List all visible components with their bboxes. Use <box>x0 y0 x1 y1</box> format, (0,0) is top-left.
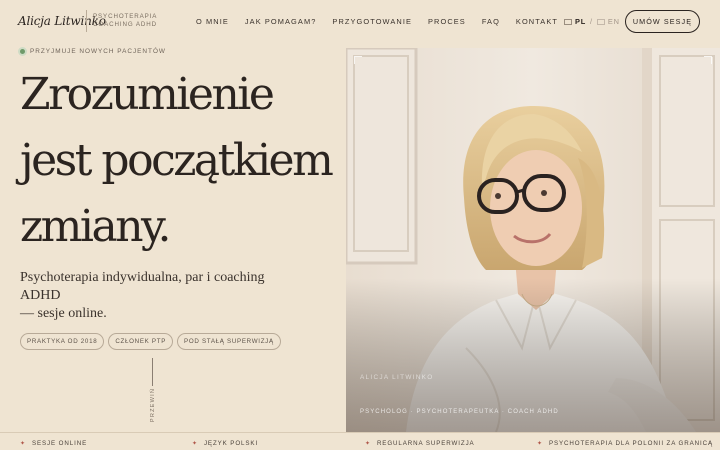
headline-line-2: jest początkiem <box>20 135 334 186</box>
nav-item-jak-pomagam[interactable]: JAK POMAGAM? <box>245 17 317 26</box>
subtitle-line-1: Psychoterapia indywidualna, par i coachi… <box>20 270 265 303</box>
headline-line-1: Zrozumienie <box>20 69 275 120</box>
credential-badges: PRAKTYKA OD 2018 CZŁONEK PTP POD STAŁĄ S… <box>20 333 281 350</box>
star-icon: ✦ <box>192 441 198 447</box>
logo[interactable]: Alicja Litwinko PSYCHOTERAPIA COACHING A… <box>18 10 157 32</box>
scroll-label: PRZEWIŃ <box>150 387 157 423</box>
status-badge: PRZYJMUJE NOWYCH PACJENTÓW <box>20 48 166 55</box>
star-icon: ✦ <box>20 441 26 447</box>
language-switcher: PL / EN <box>564 17 620 26</box>
lang-pl-link[interactable]: PL <box>575 17 586 26</box>
scroll-line <box>152 358 153 386</box>
feature-supervision: ✦ REGULARNA SUPERWIZJA <box>365 440 475 447</box>
main-nav: O MNIE JAK POMAGAM? PRZYGOTOWANIE PROCES… <box>196 17 574 26</box>
headline-line-3: zmiany. <box>20 201 172 252</box>
portrait-photo: ALICJA LITWINKO PSYCHOLOG · PSYCHOTERAPE… <box>346 48 720 432</box>
photo-corner-top-right <box>704 56 712 64</box>
star-icon: ✦ <box>365 441 371 447</box>
badge-practice: PRAKTYKA OD 2018 <box>20 333 105 350</box>
status-dot-icon <box>20 49 25 54</box>
logo-subtitle: PSYCHOTERAPIA COACHING ADHD <box>93 13 157 29</box>
flag-pl-icon <box>564 18 572 25</box>
photo-corner-top-left <box>354 56 362 64</box>
photo-caption-role: PSYCHOLOG · PSYCHOTERAPEUTKA · COACH ADH… <box>360 409 559 415</box>
flag-en-icon <box>596 18 605 25</box>
status-text: PRZYJMUJE NOWYCH PACJENTÓW <box>30 48 166 55</box>
features-bar: ✦ SESJE ONLINE ✦ JĘZYK POLSKI ✦ REGULARN… <box>0 432 720 450</box>
subtitle-line-2: — sesje online. <box>20 306 107 321</box>
feature-online: ✦ SESJE ONLINE <box>20 440 87 447</box>
feature-label: JĘZYK POLSKI <box>203 440 259 447</box>
logo-subtitle-line1: PSYCHOTERAPIA <box>93 13 158 20</box>
feature-label: PSYCHOTERAPIA DLA POLONII ZA GRANICĄ <box>548 440 714 447</box>
logo-subtitle-line2: COACHING ADHD <box>93 21 157 28</box>
nav-item-przygotowanie[interactable]: PRZYGOTOWANIE <box>332 17 412 26</box>
page-title: Zrozumienie jest początkiem zmiany. <box>20 62 340 260</box>
feature-polonia: ✦ PSYCHOTERAPIA DLA POLONII ZA GRANICĄ <box>537 440 713 447</box>
lang-en-link[interactable]: EN <box>608 17 620 26</box>
badge-member: CZŁONEK PTP <box>108 333 174 350</box>
logo-divider <box>86 10 87 32</box>
hero-subtitle: Psychoterapia indywidualna, par i coachi… <box>20 269 290 323</box>
feature-label: SESJE ONLINE <box>31 440 88 447</box>
lang-separator: / <box>590 17 593 26</box>
book-session-button[interactable]: UMÓW SESJĘ <box>625 10 700 33</box>
feature-language: ✦ JĘZYK POLSKI <box>192 440 258 447</box>
nav-item-o-mnie[interactable]: O MNIE <box>196 17 229 26</box>
logo-signature: Alicja Litwinko <box>18 14 106 28</box>
scroll-indicator[interactable]: PRZEWIŃ <box>146 358 158 424</box>
star-icon: ✦ <box>537 441 543 447</box>
badge-supervision: POD STAŁĄ SUPERWIZJĄ <box>177 333 281 350</box>
site-header: Alicja Litwinko PSYCHOTERAPIA COACHING A… <box>0 0 720 46</box>
nav-item-proces[interactable]: PROCES <box>428 17 466 26</box>
nav-item-kontakt[interactable]: KONTAKT <box>516 17 558 26</box>
photo-caption-name: ALICJA LITWINKO <box>360 374 434 381</box>
feature-label: REGULARNA SUPERWIZJA <box>376 440 475 447</box>
nav-item-faq[interactable]: FAQ <box>482 17 500 26</box>
